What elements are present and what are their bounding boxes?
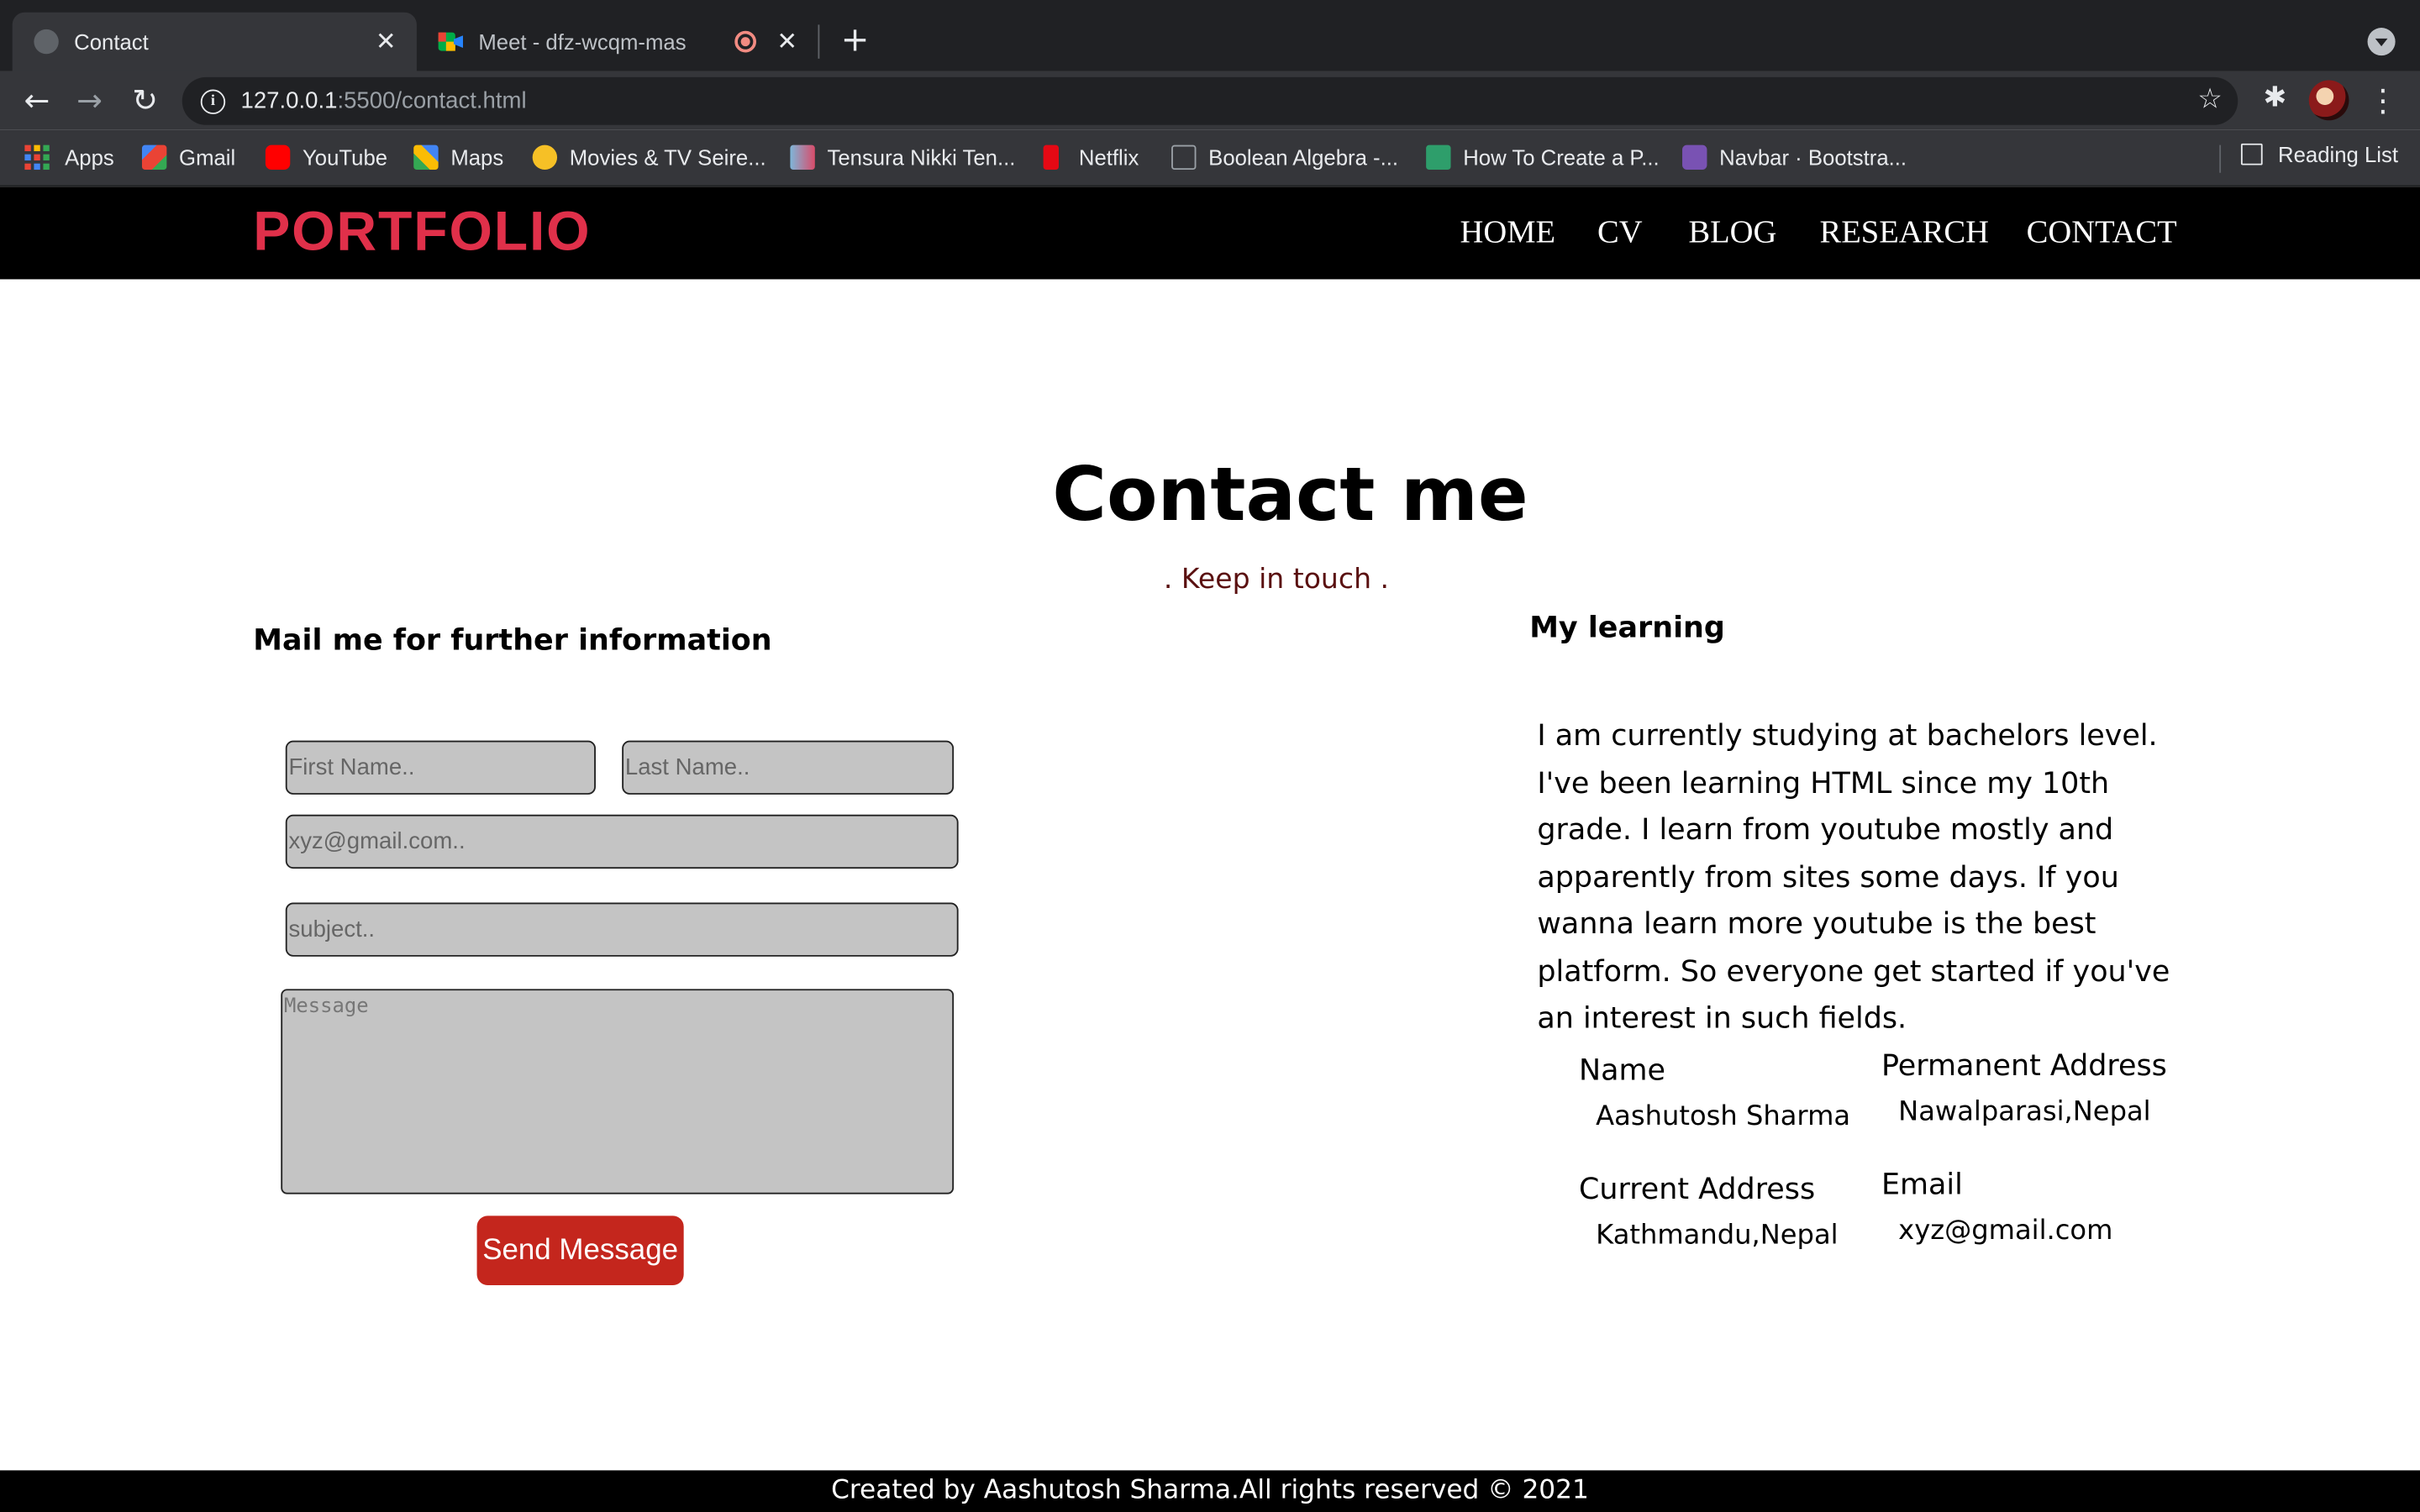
current-address-label: Current Address xyxy=(1578,1172,1816,1207)
site-footer: Created by Aashutosh Sharma.All rights r… xyxy=(0,1470,2420,1512)
forward-icon[interactable]: → xyxy=(68,81,111,123)
maps-icon xyxy=(413,144,439,171)
google-meet-icon xyxy=(438,29,464,54)
bookmark-howto[interactable]: How To Create a P... xyxy=(1426,142,1660,173)
name-label: Name xyxy=(1578,1053,1665,1088)
browser-toolbar: ← → ↻ i 127.0.0.1:5500/contact.html ☆ ✱ … xyxy=(0,71,2420,130)
page-title: Contact me xyxy=(1052,452,1528,539)
url-text[interactable]: 127.0.0.1:5500/contact.html xyxy=(241,88,527,114)
permanent-address-label: Permanent Address xyxy=(1881,1048,2167,1084)
gmail-icon xyxy=(141,144,167,171)
learning-text: I am currently studying at bachelors lev… xyxy=(1537,718,2170,1036)
bookmark-youtube[interactable]: YouTube xyxy=(265,142,387,173)
wix-icon xyxy=(1426,144,1451,171)
reload-icon[interactable]: ↻ xyxy=(124,81,166,123)
bootstrap-icon xyxy=(1682,144,1707,171)
bookmarks-bar: Apps Gmail YouTube Maps Movies & TV Seir… xyxy=(0,129,2420,187)
youtube-icon xyxy=(265,144,291,171)
recording-icon xyxy=(734,30,756,53)
tab-title: Contact xyxy=(74,29,149,55)
bookmark-star-icon[interactable]: ☆ xyxy=(2197,83,2223,116)
site-navbar: PORTFOLIO HOME CV BLOG RESEARCH CONTACT xyxy=(0,186,2420,280)
nav-contact[interactable]: CONTACT xyxy=(2027,213,2177,251)
bookmark-maps[interactable]: Maps xyxy=(413,142,503,173)
tab-search-icon[interactable] xyxy=(2367,28,2396,56)
reading-list-button[interactable]: Reading List xyxy=(2240,142,2398,166)
new-tab-button[interactable]: + xyxy=(837,22,874,62)
current-address-value: Kathmandu,Nepal xyxy=(1596,1220,1839,1252)
tensura-icon xyxy=(790,144,815,171)
boolean-icon xyxy=(1171,144,1197,171)
permanent-address-value: Nawalparasi,Nepal xyxy=(1898,1096,2151,1128)
menu-icon[interactable]: ⋮ xyxy=(2368,81,2399,121)
netflix-icon xyxy=(1043,144,1059,171)
screen: Contact ✕ Meet - dfz-wcqm-mas ✕ + ← → ↻ … xyxy=(0,0,2420,1512)
tab-separator xyxy=(818,24,820,59)
page-tagline: . Keep in touch . xyxy=(1163,563,1390,596)
site-logo[interactable]: PORTFOLIO xyxy=(253,199,591,264)
send-message-button[interactable]: Send Message xyxy=(476,1215,684,1285)
bookmark-movies[interactable]: Movies & TV Seire... xyxy=(532,142,766,173)
last-name-input[interactable]: Last Name.. xyxy=(622,740,955,795)
message-textarea[interactable]: Message xyxy=(281,989,955,1194)
bookmark-tensura[interactable]: Tensura Nikki Ten... xyxy=(790,142,1015,173)
address-bar[interactable]: i 127.0.0.1:5500/contact.html ☆ xyxy=(182,76,2238,125)
web-page: PORTFOLIO HOME CV BLOG RESEARCH CONTACT … xyxy=(0,186,2420,1512)
nav-research[interactable]: RESEARCH xyxy=(1820,213,1989,251)
bookmark-apps[interactable]: Apps xyxy=(24,142,114,173)
bookmark-bootstrap[interactable]: Navbar · Bootstra... xyxy=(1682,142,1907,173)
globe-icon xyxy=(34,29,59,55)
extensions-icon[interactable]: ✱ xyxy=(2260,82,2291,114)
first-name-input[interactable]: First Name.. xyxy=(285,740,596,795)
bookmark-gmail[interactable]: Gmail xyxy=(141,142,235,173)
nav-cv[interactable]: CV xyxy=(1597,213,1643,251)
tab-meet[interactable]: Meet - dfz-wcqm-mas ✕ xyxy=(420,13,818,71)
bookmark-boolean[interactable]: Boolean Algebra -... xyxy=(1171,142,1398,173)
site-info-icon[interactable]: i xyxy=(200,88,226,113)
subject-input[interactable]: subject.. xyxy=(285,902,959,957)
close-icon[interactable]: ✕ xyxy=(371,26,402,57)
reading-list-icon xyxy=(2240,143,2263,165)
back-icon[interactable]: ← xyxy=(15,81,58,123)
close-icon[interactable]: ✕ xyxy=(771,26,802,57)
name-value: Aashutosh Sharma xyxy=(1596,1101,1851,1133)
apps-grid-icon xyxy=(24,144,50,171)
email-value: xyz@gmail.com xyxy=(1898,1215,2113,1247)
bookmark-netflix[interactable]: Netflix xyxy=(1043,142,1139,173)
email-label: Email xyxy=(1881,1168,1963,1202)
email-input[interactable]: xyz@gmail.com.. xyxy=(285,814,959,869)
form-heading: Mail me for further information xyxy=(253,623,772,658)
nav-blog[interactable]: BLOG xyxy=(1688,213,1776,251)
profile-avatar[interactable] xyxy=(2308,80,2349,121)
learning-heading: My learning xyxy=(1529,611,1725,645)
tab-title: Meet - dfz-wcqm-mas xyxy=(478,29,687,55)
tab-strip: Contact ✕ Meet - dfz-wcqm-mas ✕ + xyxy=(0,0,2420,71)
tab-contact[interactable]: Contact ✕ xyxy=(12,12,417,71)
separator xyxy=(2219,144,2222,173)
movies-icon xyxy=(532,144,558,171)
nav-home[interactable]: HOME xyxy=(1460,213,1556,251)
